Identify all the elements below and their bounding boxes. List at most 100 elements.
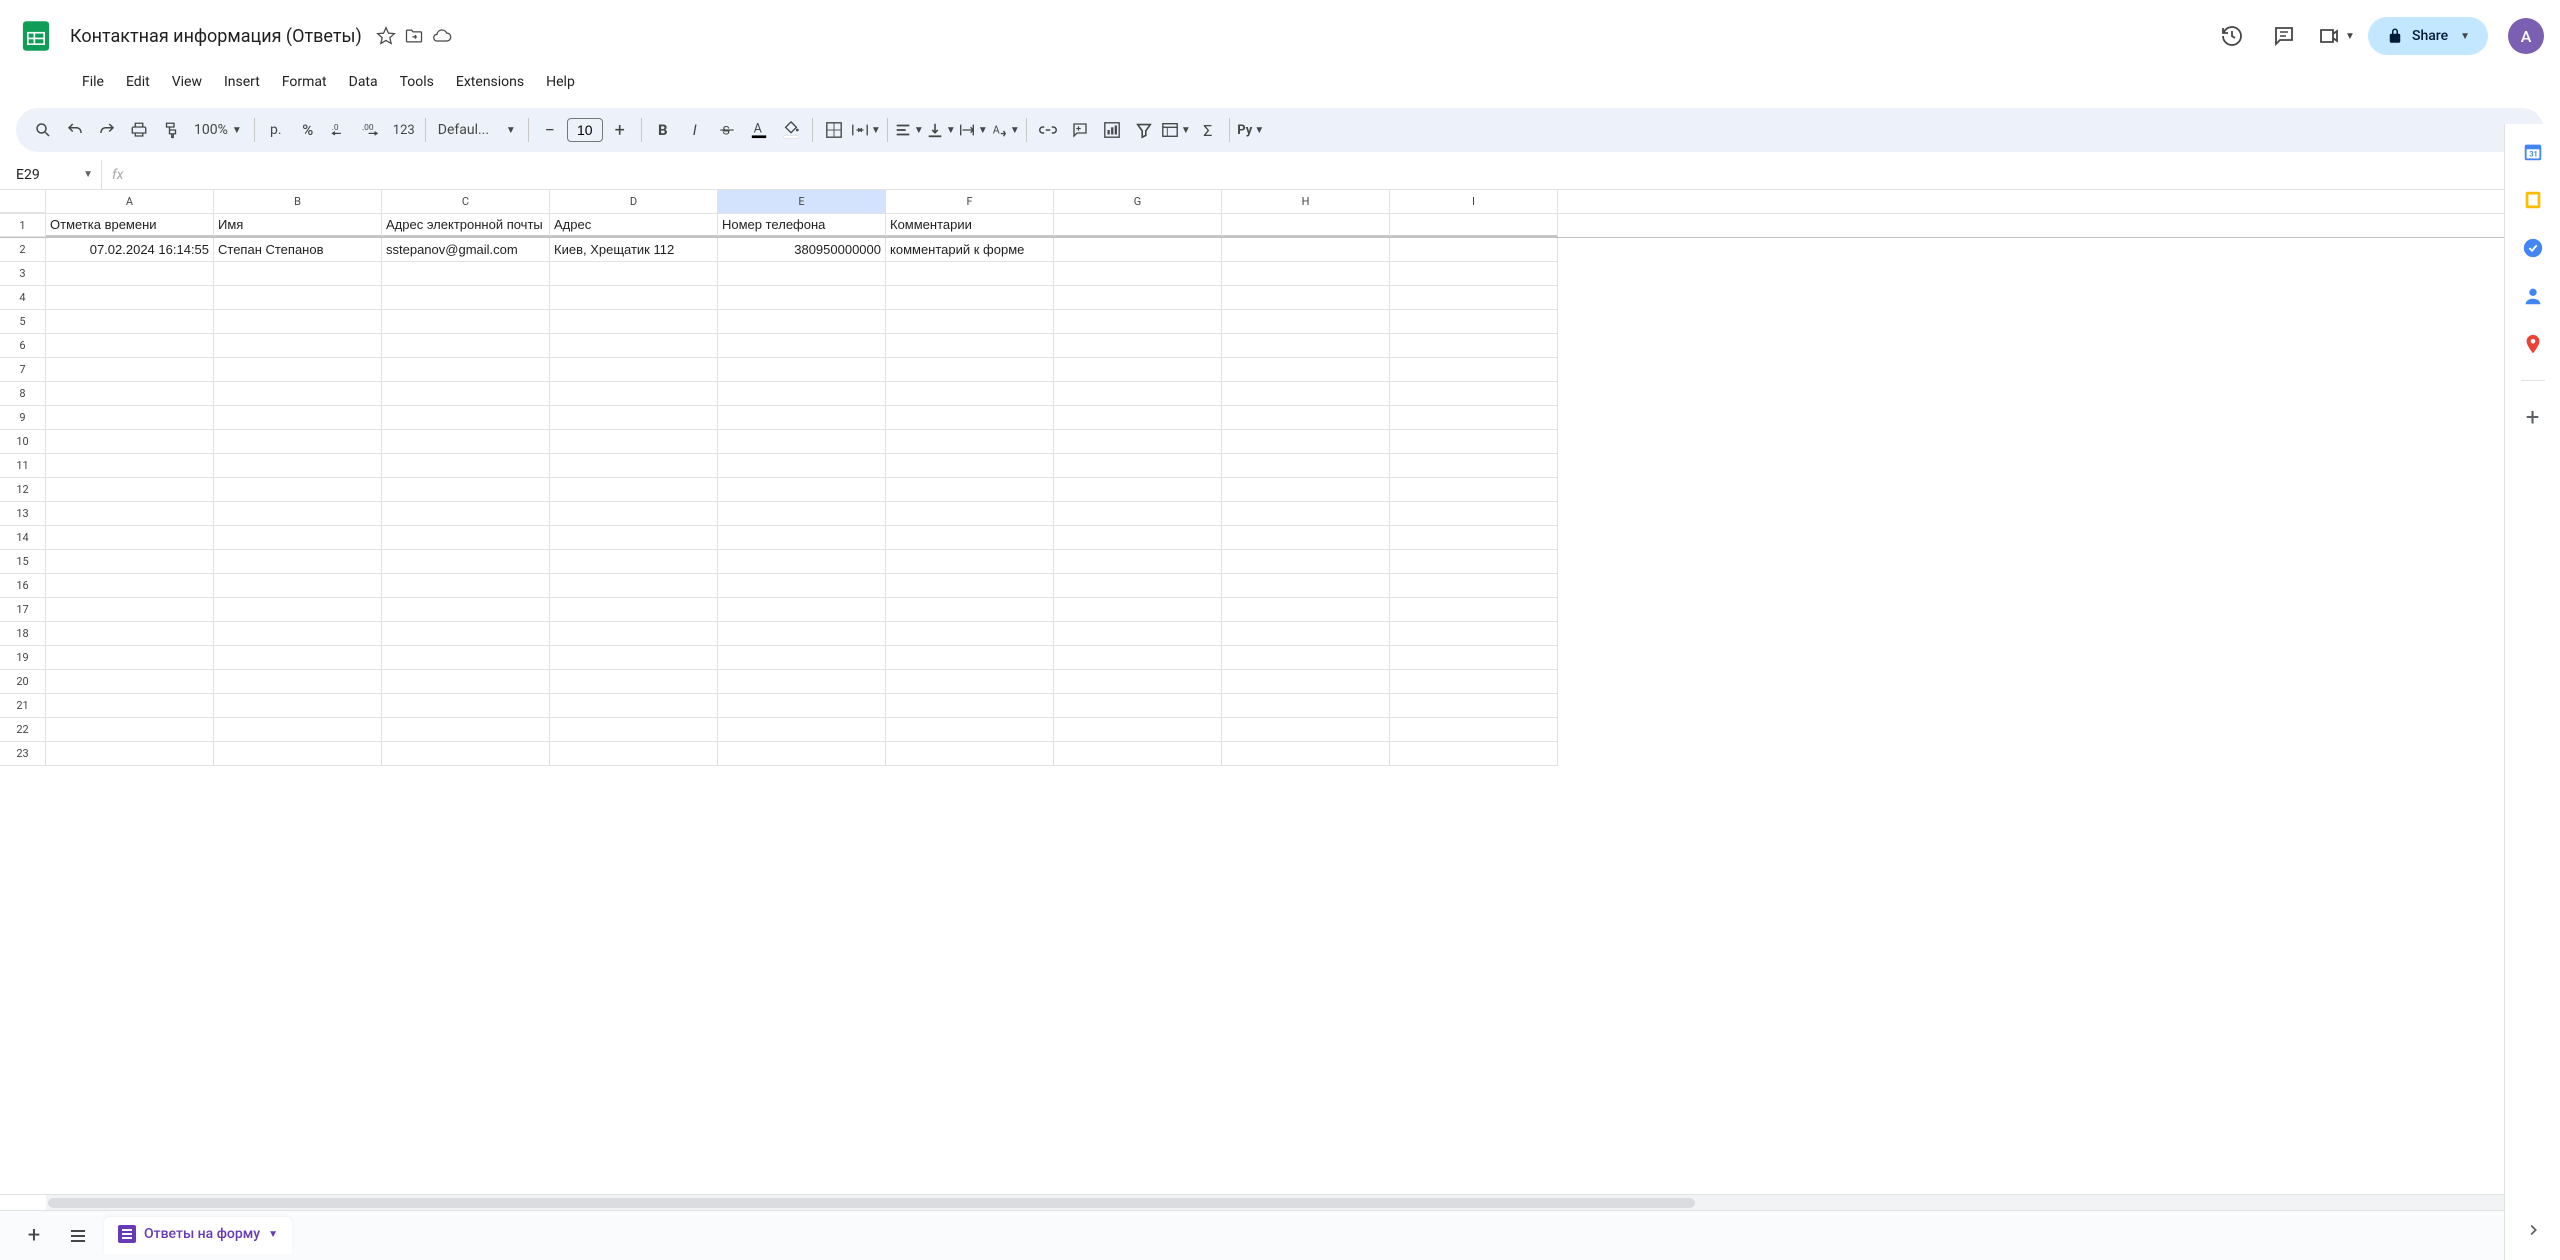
cell[interactable] (46, 550, 214, 574)
cell[interactable] (1054, 238, 1222, 262)
cell[interactable] (1390, 670, 1558, 694)
row-header[interactable]: 10 (0, 430, 46, 454)
cell[interactable] (1222, 310, 1390, 334)
font-size-input[interactable] (567, 118, 603, 142)
cell[interactable] (550, 742, 718, 766)
cell[interactable] (886, 550, 1054, 574)
cell[interactable] (1390, 598, 1558, 622)
insert-link-icon[interactable] (1033, 115, 1063, 145)
cell[interactable] (1390, 526, 1558, 550)
menu-file[interactable]: File (72, 70, 114, 94)
cell[interactable] (214, 598, 382, 622)
cell[interactable] (1054, 406, 1222, 430)
insert-comment-icon[interactable] (1065, 115, 1095, 145)
print-icon[interactable] (124, 115, 154, 145)
row-header[interactable]: 22 (0, 718, 46, 742)
column-header[interactable]: B (214, 190, 382, 213)
cell[interactable] (550, 550, 718, 574)
cell[interactable]: Киев, Хрещатик 112 (550, 238, 718, 262)
cell[interactable] (718, 646, 886, 670)
cell[interactable] (1390, 382, 1558, 406)
bold-icon[interactable]: B (648, 115, 678, 145)
cell[interactable] (550, 670, 718, 694)
font-family-select[interactable]: Defaul...▼ (432, 122, 522, 138)
cell[interactable] (46, 286, 214, 310)
cell[interactable] (214, 622, 382, 646)
cell[interactable] (1390, 238, 1558, 262)
row-header[interactable]: 6 (0, 334, 46, 358)
cell[interactable] (550, 334, 718, 358)
formula-input[interactable] (133, 167, 2552, 183)
cell[interactable] (382, 310, 550, 334)
cell[interactable] (1390, 502, 1558, 526)
cell[interactable] (382, 430, 550, 454)
cell[interactable] (718, 382, 886, 406)
cell[interactable] (1390, 262, 1558, 286)
cell[interactable] (1222, 454, 1390, 478)
menu-extensions[interactable]: Extensions (446, 70, 534, 94)
cell[interactable] (1222, 550, 1390, 574)
cell[interactable] (550, 310, 718, 334)
cell[interactable] (1054, 454, 1222, 478)
cell[interactable] (1054, 646, 1222, 670)
cell[interactable] (1390, 622, 1558, 646)
cell[interactable]: Имя (214, 214, 382, 237)
cell[interactable] (1054, 694, 1222, 718)
name-box[interactable]: E29 ▼ (8, 160, 102, 189)
cell[interactable] (382, 742, 550, 766)
cell[interactable] (382, 286, 550, 310)
cell[interactable] (1222, 286, 1390, 310)
cell[interactable] (1222, 622, 1390, 646)
cell[interactable] (1222, 214, 1390, 237)
cell[interactable] (1054, 742, 1222, 766)
text-wrap-icon[interactable]: ▼ (958, 115, 988, 145)
cell[interactable] (46, 622, 214, 646)
cell[interactable] (382, 694, 550, 718)
cell[interactable] (214, 286, 382, 310)
cell[interactable] (1054, 262, 1222, 286)
cell[interactable] (214, 574, 382, 598)
cell[interactable] (1222, 574, 1390, 598)
cell[interactable] (46, 382, 214, 406)
filter-views-icon[interactable]: ▼ (1161, 115, 1191, 145)
sheet-tab-active[interactable]: Ответы на форму ▼ (104, 1217, 292, 1254)
cell[interactable] (550, 262, 718, 286)
zoom-select[interactable]: 100%▼ (188, 122, 248, 138)
cell[interactable] (718, 358, 886, 382)
menu-view[interactable]: View (162, 70, 212, 94)
cell[interactable] (214, 406, 382, 430)
cell[interactable] (718, 622, 886, 646)
font-size-increase-icon[interactable]: + (605, 115, 635, 145)
cell[interactable] (382, 550, 550, 574)
cell[interactable] (46, 598, 214, 622)
cell[interactable] (46, 670, 214, 694)
cell[interactable] (550, 718, 718, 742)
functions-icon[interactable]: Σ (1193, 115, 1223, 145)
cell[interactable] (550, 430, 718, 454)
filter-icon[interactable] (1129, 115, 1159, 145)
decrease-decimal-icon[interactable]: .0 (325, 115, 355, 145)
cell[interactable] (886, 694, 1054, 718)
cell[interactable] (1054, 502, 1222, 526)
cell[interactable] (1222, 598, 1390, 622)
cell[interactable] (382, 526, 550, 550)
cell[interactable] (214, 718, 382, 742)
cell[interactable] (46, 454, 214, 478)
cell[interactable] (382, 670, 550, 694)
hide-side-panel-icon[interactable] (2515, 1212, 2551, 1248)
cell[interactable] (1222, 382, 1390, 406)
more-formats-icon[interactable]: 123 (389, 115, 419, 145)
cell[interactable] (1054, 358, 1222, 382)
row-header[interactable]: 17 (0, 598, 46, 622)
cell[interactable] (886, 454, 1054, 478)
column-header[interactable]: A (46, 190, 214, 213)
column-header[interactable]: E (718, 190, 886, 213)
cloud-status-icon[interactable] (432, 26, 452, 46)
cell[interactable] (886, 646, 1054, 670)
cell[interactable] (886, 574, 1054, 598)
row-header[interactable]: 23 (0, 742, 46, 766)
cell[interactable] (886, 310, 1054, 334)
cell[interactable]: Адрес электронной почты (382, 214, 550, 237)
cell[interactable] (46, 406, 214, 430)
cell[interactable]: Адрес (550, 214, 718, 237)
